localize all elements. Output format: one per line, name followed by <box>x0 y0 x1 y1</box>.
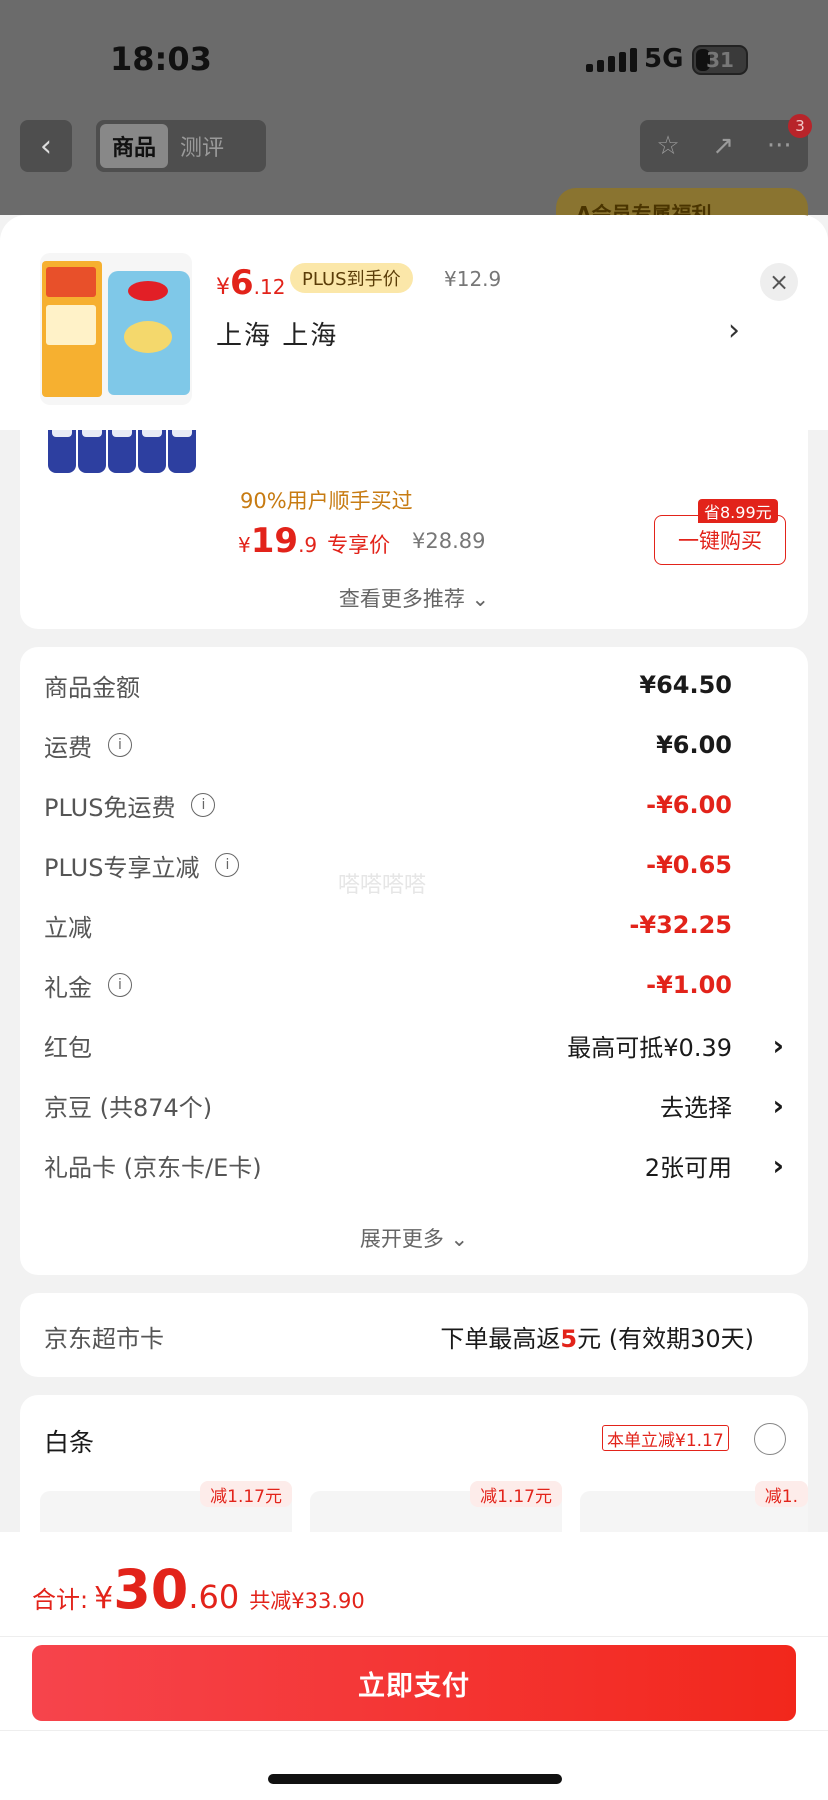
notification-badge: 3 <box>788 114 812 138</box>
supermarket-card[interactable]: 京东超市卡 下单最高返5元 (有效期30天) <box>20 1293 808 1377</box>
price-currency: ¥ <box>216 275 230 300</box>
save-tag: 省8.99元 <box>698 499 778 523</box>
row-value: ¥64.50 <box>639 671 732 699</box>
row-value: ¥6.00 <box>656 731 732 759</box>
summary-row: 商品金额 ¥64.50 <box>44 665 784 705</box>
signal-icon <box>586 48 637 72</box>
tab-review[interactable]: 测评 <box>168 124 236 168</box>
sheet-header: ¥ 6 .12 PLUS到手价 ¥12.9 上海 上海 › × <box>0 215 828 430</box>
summary-row: 立减 -¥32.25 <box>44 905 784 945</box>
pay-now-button[interactable]: 立即支付 <box>32 1645 796 1721</box>
info-icon[interactable]: i <box>108 733 132 757</box>
value-suffix: 元 (有效期30天) <box>577 1325 754 1353</box>
plan-discount-tag: 减1. <box>754 1481 808 1507</box>
row-label: 立减 <box>44 913 92 942</box>
row-label: 京豆 (共874个) <box>44 1093 213 1122</box>
gift-card-row[interactable]: 礼品卡 (京东卡/E卡) 2张可用 › <box>44 1145 784 1185</box>
network-label: 5G <box>644 44 684 74</box>
star-icon[interactable]: ☆ <box>656 131 679 161</box>
row-value: -¥0.65 <box>646 851 732 879</box>
order-total: 合计: ¥ 30 .60 共减¥33.90 <box>32 1558 365 1621</box>
total-integer: 30 <box>113 1558 189 1621</box>
status-bar: 18:03 5G 31 <box>0 0 828 110</box>
supermarket-card-label: 京东超市卡 <box>44 1325 164 1353</box>
home-indicator <box>268 1774 562 1784</box>
tab-group: 商品 测评 <box>96 120 266 172</box>
price-decimal: .9 <box>298 533 318 557</box>
divider <box>0 1730 828 1731</box>
more-icon[interactable]: ··· <box>767 131 792 161</box>
row-value: 最高可抵¥0.39 <box>567 1033 732 1062</box>
chevron-right-icon[interactable]: › <box>728 313 740 348</box>
row-label: 礼金 <box>44 973 92 1002</box>
jd-beans-row[interactable]: 京豆 (共874个) 去选择 › <box>44 1085 784 1125</box>
toolbar: ☆ ↗ ··· <box>640 120 808 172</box>
status-time: 18:03 <box>110 40 212 78</box>
back-icon: ‹ <box>40 128 52 164</box>
recommendation-price: ¥ 19 .9 专享价 <box>238 521 390 561</box>
price-decimal: .12 <box>253 275 286 299</box>
more-recommendations-link[interactable]: 查看更多推荐 ⌄ <box>20 583 808 613</box>
red-packet-row[interactable]: 红包 最高可抵¥0.39 › <box>44 1025 784 1065</box>
value-prefix: 下单最高返 <box>440 1325 561 1353</box>
summary-row: PLUS免运费 i -¥6.00 <box>44 785 784 825</box>
back-button[interactable]: ‹ <box>20 120 72 172</box>
tab-product[interactable]: 商品 <box>100 124 169 168</box>
row-label: 商品金额 <box>44 673 140 702</box>
header-price: ¥ 6 .12 <box>216 263 285 303</box>
total-savings: 共减¥33.90 <box>249 1589 365 1613</box>
total-currency: ¥ <box>94 1581 114 1616</box>
chevron-right-icon: › <box>772 1088 784 1122</box>
baitiao-discount-tag: 本单立减¥1.17 <box>602 1425 729 1451</box>
chevron-right-icon: › <box>772 1028 784 1062</box>
baitiao-radio[interactable] <box>754 1423 786 1455</box>
row-value: 2张可用 <box>644 1153 732 1182</box>
chevron-right-icon: › <box>772 1148 784 1182</box>
row-value: -¥32.25 <box>629 911 732 939</box>
supermarket-card-value: 下单最高返5元 (有效期30天) <box>440 1319 754 1354</box>
summary-row: PLUS专享立减 i -¥0.65 <box>44 845 784 885</box>
divider <box>0 1636 828 1637</box>
row-label: PLUS专享立减 <box>44 853 200 882</box>
total-label: 合计: <box>32 1586 89 1614</box>
delivery-location[interactable]: 上海 上海 <box>216 315 338 352</box>
top-nav: ‹ 商品 测评 ☆ ↗ ··· 3 <box>0 114 828 178</box>
value-amount: 5 <box>560 1325 578 1353</box>
info-icon[interactable]: i <box>215 853 240 877</box>
battery-icon: 31 <box>692 45 748 75</box>
product-thumbnail <box>40 253 192 405</box>
row-label: 礼品卡 (京东卡/E卡) <box>44 1153 262 1182</box>
row-label: 运费 <box>44 733 92 762</box>
row-value: -¥1.00 <box>646 971 732 999</box>
plan-discount-tag: 减1.17元 <box>470 1481 562 1507</box>
share-icon[interactable]: ↗ <box>712 131 734 161</box>
price-summary-card: 嗒嗒嗒嗒 商品金额 ¥64.50 运费 i ¥6.00 PLUS免运费 i -¥6.… <box>20 647 808 1275</box>
recommendation-note: 90%用户顺手买过 <box>240 489 413 513</box>
baitiao-title: 白条 <box>44 1428 95 1457</box>
summary-row: 礼金 i -¥1.00 <box>44 965 784 1005</box>
info-icon[interactable]: i <box>191 793 216 817</box>
price-integer: 19 <box>250 521 299 561</box>
checkout-bar: 合计: ¥ 30 .60 共减¥33.90 立即支付 <box>0 1532 828 1800</box>
recommendation-original-price: ¥28.89 <box>412 529 486 553</box>
summary-row: 运费 i ¥6.00 <box>44 725 784 765</box>
close-button[interactable]: × <box>760 263 798 301</box>
original-price: ¥12.9 <box>444 267 502 291</box>
info-icon[interactable]: i <box>108 973 132 997</box>
background-page: 18:03 5G 31 ‹ 商品 测评 ☆ ↗ ··· 3 <box>0 0 828 215</box>
row-label: 红包 <box>44 1033 92 1062</box>
row-label: PLUS免运费 <box>44 793 176 822</box>
close-icon: × <box>768 268 790 296</box>
price-label: 专享价 <box>327 533 391 557</box>
price-currency: ¥ <box>238 533 251 557</box>
total-decimal: .60 <box>188 1578 240 1616</box>
row-value: 去选择 <box>660 1093 732 1122</box>
plan-discount-tag: 减1.17元 <box>200 1481 292 1507</box>
plus-price-tag: PLUS到手价 <box>290 263 413 293</box>
price-integer: 6 <box>230 263 254 303</box>
expand-more-link[interactable]: 展开更多 ⌄ <box>20 1223 808 1253</box>
battery-level: 31 <box>706 48 734 72</box>
row-value: -¥6.00 <box>646 791 732 819</box>
